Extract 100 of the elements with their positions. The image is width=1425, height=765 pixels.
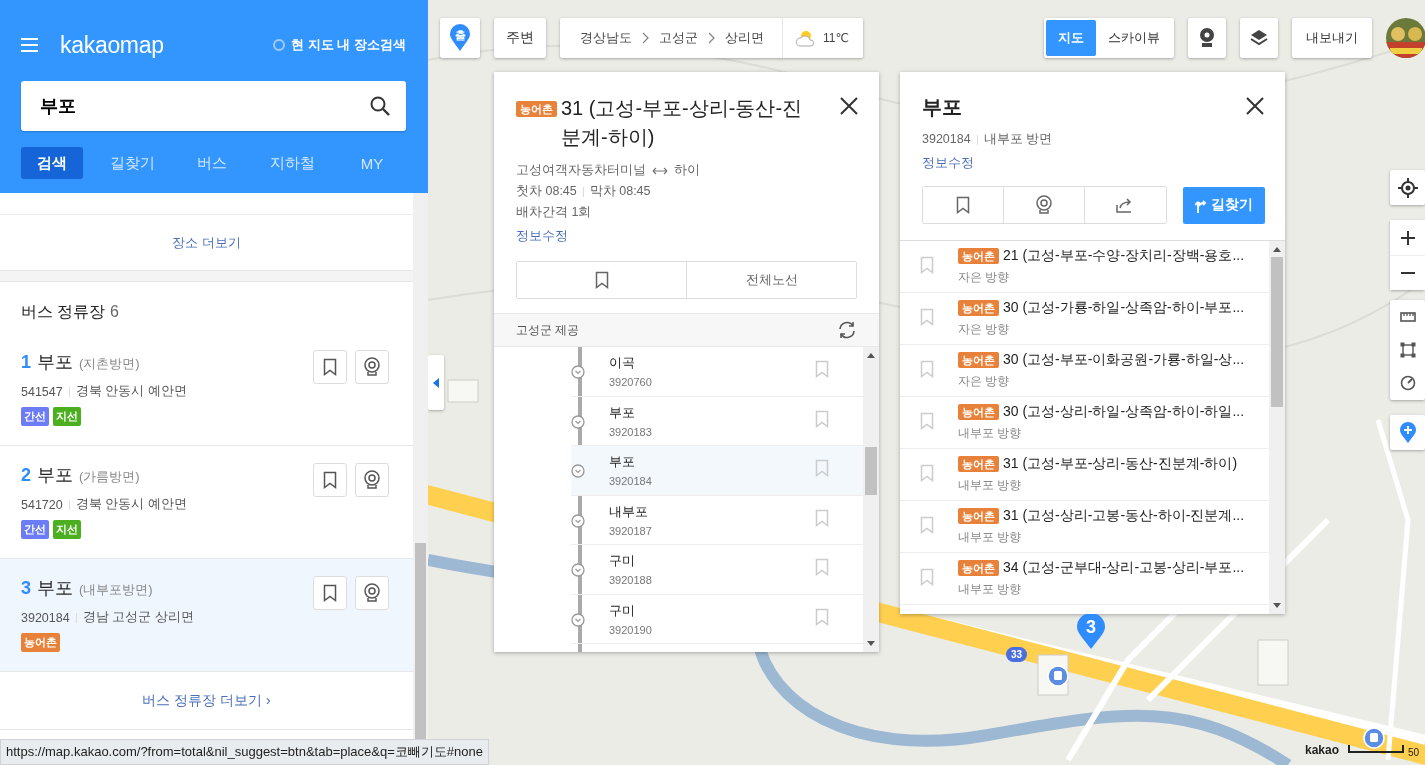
bus-route-row[interactable]: 농어촌 30 (고성-가룡-하일-상족암-하이-부포... 자은 방향 <box>900 293 1269 345</box>
route-type-badge: 농어촌 <box>958 508 999 524</box>
layers-button[interactable] <box>1240 18 1278 58</box>
area-icon <box>1399 342 1416 358</box>
bus-stop-result[interactable]: 1 부포 (지촌방면) 541547 경북 안동시 예안면 간선 지선 <box>0 333 413 446</box>
two-way-arrow-icon <box>652 166 668 175</box>
stop-direction: (지촌방면) <box>79 355 140 373</box>
more-places-link[interactable]: 장소 더보기 <box>172 233 241 252</box>
breadcrumb-item[interactable]: 고성군 <box>659 29 698 47</box>
bookmark-icon <box>815 607 829 626</box>
route-stop-row[interactable]: 이곡 3920760 <box>571 347 863 397</box>
stop-id: 3920188 <box>609 574 652 587</box>
route-type-badge: 농어촌 <box>958 352 999 368</box>
stop-node-icon <box>571 464 585 478</box>
bookmark-icon <box>815 558 829 577</box>
bookmark-icon <box>323 584 337 602</box>
route-stop-row[interactable]: 부포 3920184 <box>571 446 863 496</box>
stop-name[interactable]: 부포 <box>37 350 73 374</box>
bookmark-button[interactable] <box>313 576 347 610</box>
stop-name: 이곡 <box>609 354 636 373</box>
bookmark-icon <box>920 307 934 326</box>
radius-button[interactable] <box>1390 368 1425 399</box>
stop-direction: (가름방면) <box>79 468 140 486</box>
route-type-badge: 농어촌 <box>958 248 999 264</box>
close-icon[interactable] <box>1245 96 1265 116</box>
close-icon[interactable] <box>839 96 859 116</box>
breadcrumb-item[interactable]: 경상남도 <box>580 29 632 47</box>
zoom-out-button[interactable] <box>1390 255 1425 290</box>
bookmark-icon <box>815 459 829 478</box>
stop-id: 3920184 <box>609 475 652 488</box>
scale-bar <box>1348 745 1404 753</box>
bus-stop-result[interactable]: 3 부포 (내부포방면) 3920184 경남 고성군 상리면 농어촌 <box>0 559 413 672</box>
bookmark-icon <box>594 271 609 289</box>
search-icon[interactable] <box>370 96 390 116</box>
edit-info-link[interactable]: 정보수정 <box>922 155 974 172</box>
more-bus-stops-link[interactable]: 버스 정류장 더보기 › <box>142 691 271 710</box>
bookmark-icon <box>920 411 934 430</box>
stop-name[interactable]: 부포 <box>37 463 73 487</box>
bookmark-icon <box>323 358 337 376</box>
route-name: 30 (고성-부포-이화공원-가룡-하일-상... <box>1003 351 1245 369</box>
route-name: 34 (고성-군부대-상리-고봉-상리-부포... <box>1003 559 1245 577</box>
last-bus-time: 막차 08:45 <box>589 183 651 200</box>
edit-info-link[interactable]: 정보수정 <box>516 228 568 245</box>
bus-route-row[interactable]: 농어촌 31 (고성-상리-고봉-동산-하이-진분계... 내부포 방향 <box>900 501 1269 553</box>
bookmark-button[interactable] <box>313 463 347 497</box>
directions-icon <box>1194 197 1207 213</box>
add-place-button[interactable] <box>1390 415 1425 450</box>
route-type-badge: 농어촌 <box>958 300 999 316</box>
all-routes-button[interactable]: 전체노선 <box>686 262 856 298</box>
roadview-icon <box>363 357 381 377</box>
export-button[interactable]: 내보내기 <box>1292 18 1372 58</box>
breadcrumb-item[interactable]: 상리면 <box>725 29 764 47</box>
route-stop-row[interactable]: 구미 3920190 <box>571 594 863 644</box>
stop-name[interactable]: 부포 <box>37 576 73 600</box>
search-field[interactable]: 부포 <box>21 81 406 131</box>
scrollbar[interactable] <box>863 347 879 652</box>
roadview-icon <box>1199 28 1215 48</box>
route-name: 31 (고성-상리-고봉-동산-하이-진분계... <box>1003 507 1245 525</box>
menu-icon[interactable] <box>21 38 38 52</box>
route-stop-row[interactable]: 구미 3920188 <box>571 545 863 595</box>
bus-stop-icon[interactable] <box>1047 665 1069 687</box>
share-button[interactable] <box>1084 187 1166 223</box>
current-location-button[interactable] <box>1390 170 1425 205</box>
roadview-button[interactable] <box>355 350 389 384</box>
nearby-button[interactable]: 주변 <box>494 18 546 58</box>
add-pin-icon <box>1398 421 1417 444</box>
stop-name: 구미 <box>609 601 636 620</box>
stop-node-icon <box>571 612 585 627</box>
route-origin: 고성여객자동차터미널 <box>516 162 646 179</box>
route-stop-row[interactable]: 내부포 3920187 <box>571 495 863 545</box>
distance-button[interactable] <box>1390 301 1425 332</box>
bookmark-icon <box>956 196 971 214</box>
route-type-badge: 농어촌 <box>958 456 999 472</box>
bookmark-button[interactable] <box>313 350 347 384</box>
stop-name: 부포 <box>609 453 636 472</box>
collapse-sidebar-button[interactable] <box>428 355 444 410</box>
bookmark-icon <box>815 508 829 527</box>
roadview-icon <box>1035 195 1054 215</box>
roadview-icon <box>363 470 381 490</box>
roadview-button[interactable] <box>355 463 389 497</box>
roadview-button[interactable] <box>355 576 389 610</box>
refresh-icon[interactable] <box>837 320 857 340</box>
bus-route-row[interactable]: 농어촌 30 (고성-부포-이화공원-가룡-하일-상... 자은 방향 <box>900 345 1269 397</box>
route-name: 30 (고성-상리-하일-상족암-하이-하일... <box>1003 403 1245 421</box>
route-name: 31 (고성-부포-상리-동산-진분계-하이) <box>1003 455 1238 473</box>
bus-route-row[interactable]: 농어촌 34 (고성-군부대-상리-고봉-상리-부포... 내부포 방향 <box>900 553 1269 605</box>
roadview-button[interactable] <box>1188 18 1226 58</box>
route-type-tag: 간선 <box>21 407 49 426</box>
bus-route-row[interactable]: 농어촌 31 (고성-부포-상리-동산-진분계-하이) 내부포 방향 <box>900 449 1269 501</box>
bus-interval: 배차간격 1회 <box>516 204 592 221</box>
nav-tab[interactable]: 검색 <box>21 147 83 179</box>
stop-address: 경북 안동시 예안면 <box>75 496 187 513</box>
roadview-icon <box>363 583 381 603</box>
bus-route-row[interactable]: 농어촌 21 (고성-부포-수양-장치리-장백-용호... 자은 방향 <box>900 241 1269 293</box>
scrollbar[interactable] <box>413 193 428 740</box>
route-type-tag: 간선 <box>21 520 49 539</box>
status-url: https://map.kakao.com/?from=total&nil_suggest=btn&tab=place&q=코빼기도#none <box>0 739 489 765</box>
bus-route-row[interactable]: 농어촌 30 (고성-상리-하일-상족암-하이-하일... 내부포 방향 <box>900 397 1269 449</box>
scrollbar[interactable] <box>1269 241 1285 614</box>
zoom-in-button[interactable] <box>1390 220 1425 255</box>
